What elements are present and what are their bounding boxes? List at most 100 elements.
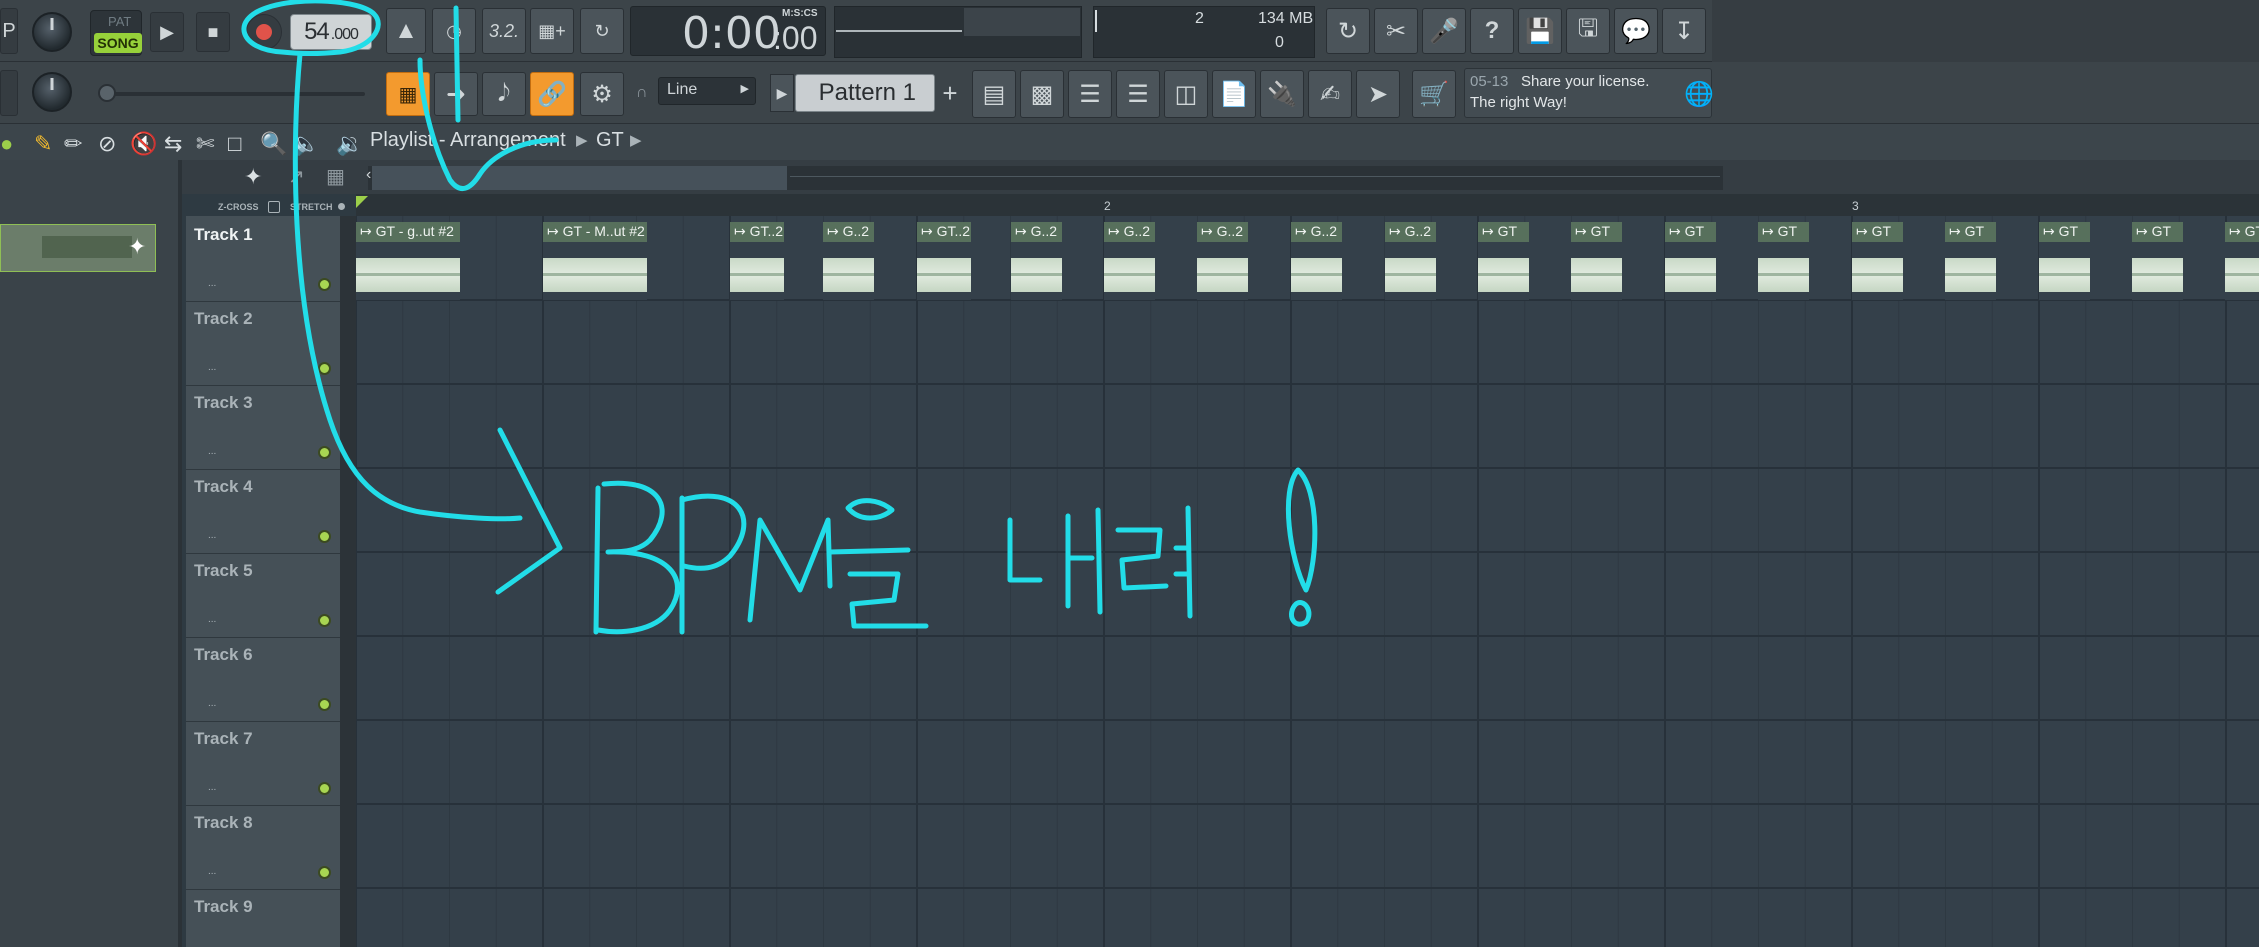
browser-button[interactable]: ◫	[1164, 70, 1208, 118]
scrollbar-thumb[interactable]	[372, 166, 787, 190]
side-button[interactable]	[0, 70, 18, 116]
audio-clip[interactable]: ↦ GT	[1571, 222, 1622, 300]
audio-clip[interactable]: ↦ GT	[2132, 222, 2183, 300]
loop-record-button[interactable]: ↻	[580, 8, 624, 54]
audio-clip[interactable]: ↦ GT	[1852, 222, 1903, 300]
zoom-icon[interactable]: 🔍	[260, 131, 287, 157]
audio-clip[interactable]: ↦ G..2	[1104, 222, 1155, 300]
track-mute-led[interactable]	[318, 866, 331, 879]
track-options-icon[interactable]: ...	[208, 446, 216, 457]
multilink-button[interactable]: 🔗	[530, 72, 574, 116]
scroll-left-icon[interactable]: ‹	[366, 166, 371, 184]
metronome-snap-button[interactable]: ⚙	[580, 72, 624, 116]
audio-clip[interactable]: ↦ G..2	[1385, 222, 1436, 300]
pattern-selector[interactable]: Pattern 1	[795, 74, 935, 112]
stretch-indicator[interactable]	[338, 203, 345, 210]
track-header[interactable]: Track 6...	[186, 638, 340, 722]
save-button[interactable]: 💾	[1518, 8, 1562, 54]
audio-input-button[interactable]: 🎤	[1422, 8, 1466, 54]
audio-clip[interactable]: ↦ GT	[1665, 222, 1716, 300]
audio-clip[interactable]: ↦ G..2	[823, 222, 874, 300]
step-mode-button[interactable]: ➜	[434, 72, 478, 116]
snap-select[interactable]: Line ▶	[658, 77, 756, 105]
playlist-grid[interactable]	[356, 216, 2259, 947]
piano-icon[interactable]: ▦	[326, 164, 345, 189]
audio-clip[interactable]: ↦ GT..2	[730, 222, 784, 300]
mixer-button[interactable]: ☰	[1116, 70, 1160, 118]
audio-clip[interactable]: ↦ GT	[2039, 222, 2090, 300]
cut-button[interactable]: ✂	[1374, 8, 1418, 54]
song-mode-label[interactable]: SONG	[94, 33, 142, 53]
track-options-icon[interactable]: ...	[208, 530, 216, 541]
audio-clip[interactable]: ↦ GT	[1758, 222, 1809, 300]
panel-divider[interactable]	[178, 160, 182, 947]
shop-button[interactable]: 🛒	[1412, 70, 1456, 118]
track-header[interactable]: Track 4...	[186, 470, 340, 554]
pattern-prev-button[interactable]: ▶	[770, 74, 794, 112]
piano-roll-button[interactable]: ▩	[1020, 70, 1064, 118]
master-volume-knob[interactable]	[32, 12, 72, 52]
track-mute-led[interactable]	[318, 278, 331, 291]
project-button[interactable]: 📄	[1212, 70, 1256, 118]
track-scrollbar[interactable]	[340, 216, 356, 947]
track-header[interactable]: Track 3...	[186, 386, 340, 470]
audio-clip[interactable]: ↦ GT..2	[917, 222, 971, 300]
countdown-button[interactable]: 3.2.	[482, 8, 526, 54]
playlist-window-button[interactable]: ▤	[972, 70, 1016, 118]
audio-clip[interactable]: ↦ GT	[1478, 222, 1529, 300]
track-mute-led[interactable]	[318, 782, 331, 795]
tempo-display[interactable]: 54.000	[290, 14, 372, 50]
track-mute-led[interactable]	[318, 446, 331, 459]
playhead-marker-icon[interactable]	[356, 196, 368, 208]
slip-icon[interactable]: ⇆	[164, 131, 182, 157]
add-pattern-button[interactable]: +	[938, 74, 962, 112]
audio-clip[interactable]: ↦ GT	[1945, 222, 1996, 300]
track-options-icon[interactable]: ...	[208, 698, 216, 709]
track-options-icon[interactable]: ...	[208, 278, 216, 289]
zcross-checkbox[interactable]	[268, 201, 280, 213]
audio-clip[interactable]: ↦ GT - M..ut #2	[543, 222, 647, 300]
master-pitch-knob[interactable]	[32, 72, 72, 112]
touch-controller-button[interactable]: ✍	[1308, 70, 1352, 118]
audio-clip[interactable]: ↦ GT	[2225, 222, 2259, 300]
step-edit-button[interactable]: ▦+	[530, 8, 574, 54]
typing-keyboard-button[interactable]: ▦	[386, 72, 430, 116]
zcross-icon[interactable]: ✦	[244, 164, 262, 190]
track-options-icon[interactable]: ...	[208, 782, 216, 793]
track-options-icon[interactable]: ...	[208, 614, 216, 625]
track-header[interactable]: Track 8...	[186, 806, 340, 890]
track-mute-led[interactable]	[318, 530, 331, 543]
tempo-tapper-button[interactable]: ➤	[1356, 70, 1400, 118]
track-mute-led[interactable]	[318, 362, 331, 375]
track-options-icon[interactable]: ...	[208, 866, 216, 877]
wait-for-input-button[interactable]: ◷	[432, 8, 476, 54]
audio-clip[interactable]: ↦ G..2	[1197, 222, 1248, 300]
menu-button[interactable]: P	[0, 8, 18, 54]
slider-thumb[interactable]	[98, 84, 116, 102]
play-button[interactable]: ▶	[150, 12, 184, 52]
news-button[interactable]: 💬	[1614, 8, 1658, 54]
track-mute-led[interactable]	[318, 698, 331, 711]
pencil-icon[interactable]: ✎	[34, 131, 52, 157]
track-mute-led[interactable]	[318, 614, 331, 627]
audio-clip[interactable]: ↦ G..2	[1011, 222, 1062, 300]
track-header[interactable]: Track 1...	[186, 218, 340, 302]
mute-icon[interactable]: 🔇	[130, 131, 157, 157]
track-header[interactable]: Track 5...	[186, 554, 340, 638]
record-button[interactable]	[246, 14, 282, 50]
blend-notes-button[interactable]: 𝅘𝅥𝅮	[482, 72, 526, 116]
track-header[interactable]: Track 7...	[186, 722, 340, 806]
delete-icon[interactable]: ⊘	[98, 131, 116, 157]
track-header[interactable]: Track 2...	[186, 302, 340, 386]
curve-icon[interactable]: ↗	[288, 164, 305, 189]
save-new-version-button[interactable]: 🖫	[1566, 8, 1610, 54]
channel-rack-button[interactable]: ☰	[1068, 70, 1112, 118]
timeline-ruler[interactable]	[356, 194, 2259, 216]
paint-icon[interactable]: ✏	[64, 131, 82, 157]
help-button[interactable]: ?	[1470, 8, 1514, 54]
master-slider[interactable]	[110, 92, 365, 96]
select-icon[interactable]: □	[228, 131, 241, 157]
download-button[interactable]: ↧	[1662, 8, 1706, 54]
track-options-icon[interactable]: ...	[208, 362, 216, 373]
audio-clip[interactable]: ↦ GT - g..ut #2	[356, 222, 460, 300]
